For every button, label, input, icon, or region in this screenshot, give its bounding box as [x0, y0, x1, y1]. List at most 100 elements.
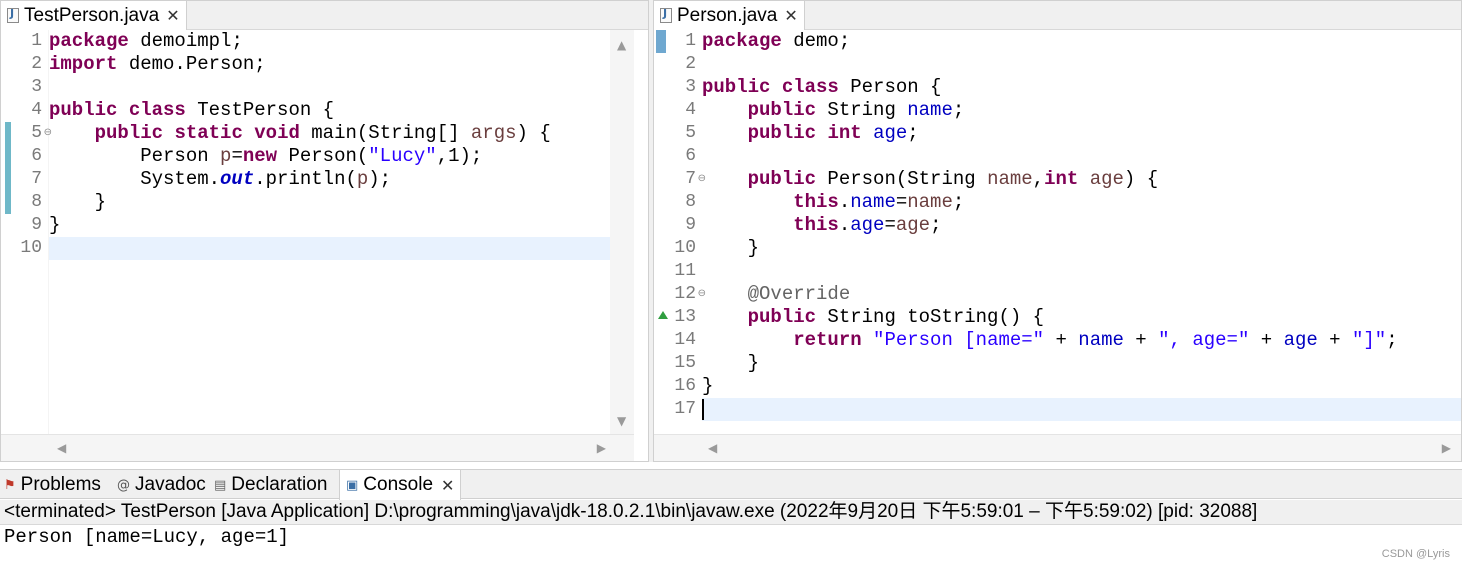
bottom-panel-tabs: ⚑ Problems @ Javadoc ▤ Declaration ▣ Con…	[0, 469, 1462, 500]
editor-testperson[interactable]: TestPerson.java ✕ 1 2 3 4 5⊖ 6 7 8 9 10 package d…	[0, 0, 649, 462]
close-icon[interactable]: ✕	[441, 476, 454, 495]
line-number: 14	[674, 330, 696, 350]
console-output[interactable]: Person [name=Lucy, age=1]	[0, 525, 1462, 570]
line-number: 12 ⊖	[674, 284, 706, 304]
line-number: 6	[685, 146, 696, 166]
code-line[interactable]: package demo;	[702, 30, 1461, 53]
close-icon[interactable]: ✕	[784, 6, 797, 25]
code-line[interactable]: System.out.println(p);	[49, 168, 610, 191]
code-line[interactable]	[49, 76, 610, 99]
line-number-gutter: 1 2 3 4 5 6 7 ⊖ 8 9 10 11 12 ⊖ 13 14 15 16 17	[658, 30, 706, 434]
code-line[interactable]	[702, 398, 1461, 421]
scroll-right-icon[interactable]: ▶	[1442, 441, 1451, 455]
code-area[interactable]: 1 2 3 4 5 ⊖ 6 7 8 9 10 package demoimpl; import dem…	[1, 30, 610, 434]
horizontal-scrollbar[interactable]: ◀ ▶	[654, 434, 1461, 461]
code-line[interactable]: Person p=new Person("Lucy",1);	[49, 145, 610, 168]
code-line[interactable]	[702, 145, 1461, 168]
line-number: 1	[685, 31, 696, 51]
code-line[interactable]: public Person(String name,int age) {	[702, 168, 1461, 191]
line-number: 3	[31, 77, 42, 97]
tab-label: Console	[363, 474, 434, 495]
java-file-icon	[660, 7, 672, 23]
code-line[interactable]: public static void main(String[] args) {	[49, 122, 610, 145]
line-number: 11	[674, 261, 696, 281]
tab-problems[interactable]: ⚑ Problems	[4, 470, 101, 500]
line-number: 6	[31, 146, 42, 166]
line-number-gutter: 1 2 3 4 5 ⊖ 6 7 8 9 10	[11, 30, 52, 434]
code-line[interactable]: this.age=age;	[702, 214, 1461, 237]
code-line[interactable]: public class TestPerson {	[49, 99, 610, 122]
tab-testperson-java[interactable]: TestPerson.java ✕	[1, 1, 187, 30]
code-line[interactable]: public class Person {	[702, 76, 1461, 99]
line-number: 7	[31, 169, 42, 189]
code-line[interactable]: public String name;	[702, 99, 1461, 122]
declaration-icon: ▤	[214, 477, 227, 493]
code-line[interactable]: public String toString() {	[702, 306, 1461, 329]
tab-person-java[interactable]: Person.java ✕	[654, 1, 805, 30]
horizontal-scrollbar[interactable]: ◀ ▶	[1, 434, 634, 461]
watermark: CSDN @Lyris	[1381, 548, 1450, 560]
code-line[interactable]: }	[702, 375, 1461, 398]
tab-label: Javadoc	[135, 474, 206, 495]
code-line[interactable]	[702, 53, 1461, 76]
line-number: 9	[685, 215, 696, 235]
code-line[interactable]: package demoimpl;	[49, 30, 610, 53]
code-line[interactable]	[49, 237, 610, 260]
line-number: 8	[685, 192, 696, 212]
line-number: 17	[674, 399, 696, 419]
tab-label: Problems	[20, 474, 101, 495]
code-line[interactable]: }	[49, 191, 610, 214]
scroll-down-icon[interactable]: ▼	[617, 414, 626, 428]
tab-title: TestPerson.java	[24, 4, 160, 26]
line-number: 1	[31, 31, 42, 51]
editor-tabbar: TestPerson.java ✕	[1, 1, 648, 30]
code-lines[interactable]: package demo; public class Person { publi…	[702, 30, 1461, 434]
line-number: 7 ⊖	[685, 169, 706, 189]
line-number: 4	[685, 100, 696, 120]
scroll-left-icon[interactable]: ◀	[57, 441, 66, 455]
scroll-right-icon[interactable]: ▶	[597, 441, 606, 455]
editor-person[interactable]: Person.java ✕ 1234567⊖89101112⊖131415161…	[653, 0, 1462, 462]
tab-label: Declaration	[231, 474, 328, 495]
tab-declaration[interactable]: ▤ Declaration	[214, 470, 327, 500]
line-number: 13	[658, 306, 702, 329]
line-number: 3	[685, 77, 696, 97]
scroll-up-icon[interactable]: ▲	[617, 38, 626, 52]
code-line[interactable]: }	[702, 237, 1461, 260]
problems-icon: ⚑	[4, 477, 16, 493]
editor-tabbar: Person.java ✕	[654, 1, 1461, 30]
line-number: 9	[31, 215, 42, 235]
code-line[interactable]: this.name=name;	[702, 191, 1461, 214]
java-file-icon	[7, 7, 19, 23]
text-caret	[702, 399, 704, 420]
console-status: <terminated> TestPerson [Java Applicatio…	[0, 500, 1462, 525]
line-number: 16	[674, 376, 696, 396]
code-line[interactable]: @Override	[702, 283, 1461, 306]
code-area[interactable]: 1 2 3 4 5 6 7 ⊖ 8 9 10 11 12 ⊖ 13 14 15 16 17 package demo…	[654, 30, 1461, 434]
line-number: 2	[31, 54, 42, 74]
tab-console[interactable]: ▣ Console ✕	[339, 470, 462, 500]
line-number: 10	[20, 238, 42, 258]
code-line[interactable]	[702, 260, 1461, 283]
code-line[interactable]: }	[49, 214, 610, 237]
code-line[interactable]: }	[702, 352, 1461, 375]
line-number: 5 ⊖	[31, 123, 52, 143]
tab-javadoc[interactable]: @ Javadoc	[117, 470, 206, 500]
line-number: 10	[674, 238, 696, 258]
tab-title: Person.java	[677, 4, 778, 26]
line-number: 5	[685, 123, 696, 143]
override-marker-icon	[658, 311, 668, 319]
code-lines[interactable]: package demoimpl; import demo.Person; publ…	[49, 30, 610, 434]
code-line[interactable]: public int age;	[702, 122, 1461, 145]
scroll-left-icon[interactable]: ◀	[708, 441, 717, 455]
javadoc-icon: @	[117, 477, 130, 493]
vertical-scrollbar[interactable]: ▲ ▼	[610, 30, 634, 434]
close-icon[interactable]: ✕	[166, 6, 179, 25]
console-icon: ▣	[346, 477, 359, 493]
line-number: 15	[674, 353, 696, 373]
line-number: 8	[31, 192, 42, 212]
line-number: 2	[685, 54, 696, 74]
code-line[interactable]: import demo.Person;	[49, 53, 610, 76]
line-number: 4	[31, 100, 42, 120]
code-line[interactable]: return "Person [name=" + name + ", age="…	[702, 329, 1461, 352]
